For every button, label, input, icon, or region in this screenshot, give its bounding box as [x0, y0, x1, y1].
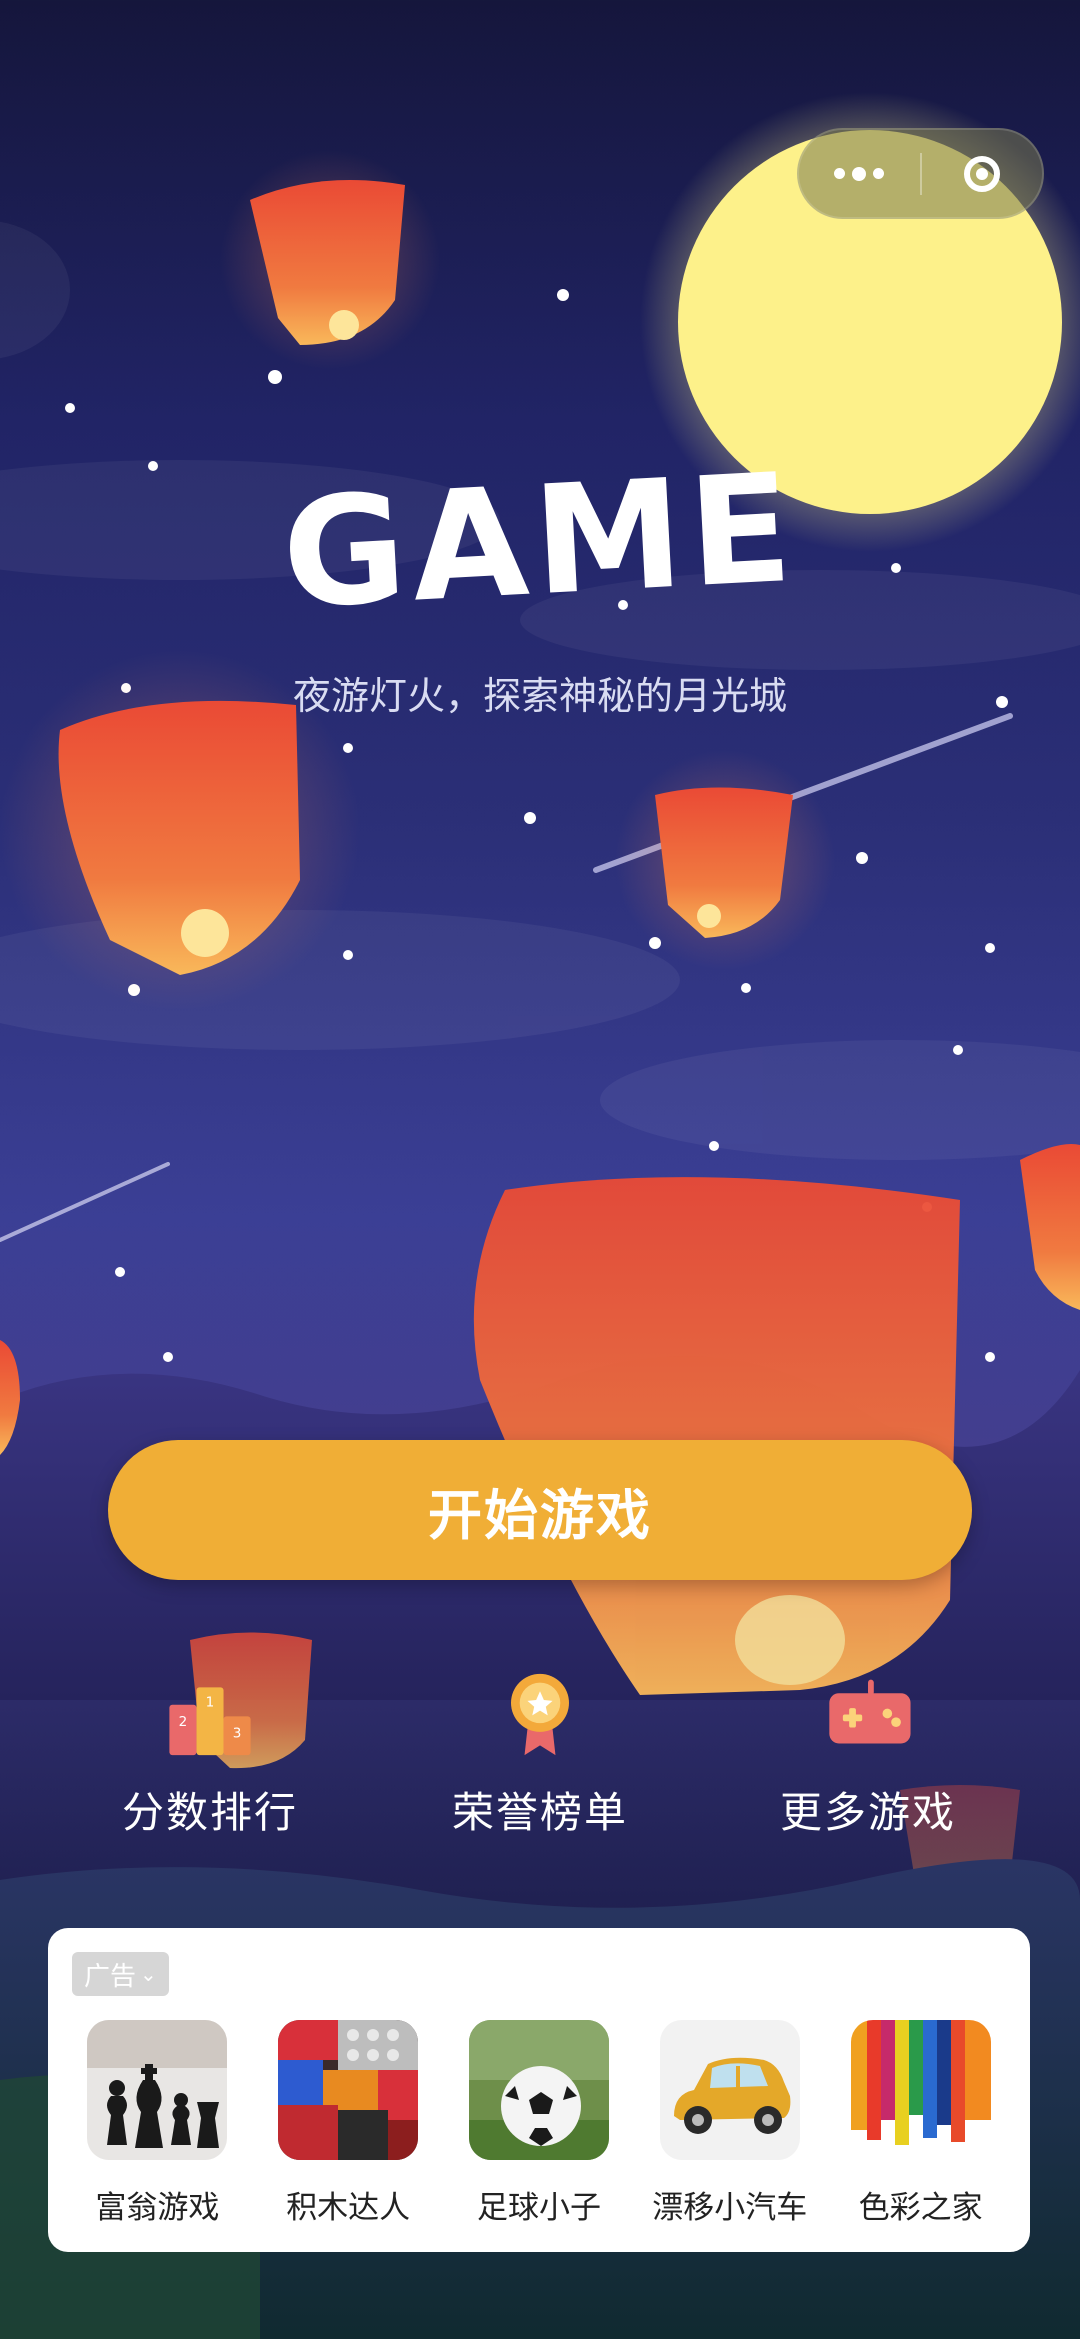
ad-card: 广告 ⌄ 富翁游戏 积木达人 足球小子 漂移小汽车 色彩之家	[48, 1928, 1030, 2252]
close-button[interactable]	[922, 130, 1043, 217]
ad-item-name: 积木达人	[286, 2190, 411, 2226]
ad-badge[interactable]: 广告 ⌄	[72, 1952, 169, 1996]
ad-item-name: 漂移小汽车	[652, 2190, 808, 2226]
podium-icon: 2 1 3	[169, 1687, 251, 1756]
blocks-icon	[278, 2020, 419, 2160]
car-icon	[659, 2020, 800, 2160]
lantern-small-top	[220, 150, 440, 370]
lantern-right-edge	[1020, 1144, 1080, 1310]
paint-icon	[850, 2020, 991, 2160]
ad-item-name: 色彩之家	[858, 2190, 983, 2226]
menu-label: 荣誉榜单	[451, 1788, 628, 1837]
ad-badge-label: 广告	[84, 1961, 137, 1992]
score-ranking-button[interactable]: 2 1 3 分数排行	[80, 1670, 340, 1840]
medal-icon	[511, 1673, 569, 1756]
honor-board-button[interactable]: 荣誉榜单	[410, 1670, 670, 1840]
more-button[interactable]	[799, 130, 920, 217]
gamepad-icon	[829, 1679, 911, 1744]
chess-icon	[87, 2020, 228, 2160]
menu-label: 更多游戏	[779, 1788, 956, 1837]
ad-item-name: 足球小子	[476, 2190, 601, 2226]
more-dots-icon	[834, 166, 885, 181]
more-games-button[interactable]: 更多游戏	[738, 1670, 998, 1840]
svg-text:1: 1	[206, 1695, 215, 1711]
ad-item[interactable]: 色彩之家	[836, 2020, 1006, 2227]
ad-item[interactable]: 积木达人	[263, 2020, 433, 2227]
ad-items: 富翁游戏 积木达人 足球小子 漂移小汽车 色彩之家	[48, 2020, 1030, 2227]
game-subtitle: 夜游灯火，探索神秘的月光城	[292, 674, 787, 718]
ad-item[interactable]: 足球小子	[454, 2020, 624, 2227]
lantern-middle	[615, 750, 835, 970]
ad-item[interactable]: 富翁游戏	[72, 2020, 242, 2227]
menu-label: 分数排行	[121, 1788, 298, 1837]
capsule-menu	[797, 128, 1044, 219]
ad-item-name: 富翁游戏	[95, 2190, 220, 2226]
target-close-icon	[963, 155, 1000, 192]
ad-item[interactable]: 漂移小汽车	[645, 2020, 815, 2227]
chevron-down-icon: ⌄	[140, 1962, 157, 1986]
svg-text:3: 3	[233, 1726, 242, 1742]
soccer-ball-icon	[468, 2020, 609, 2160]
start-game-button[interactable]: 开始游戏	[108, 1440, 972, 1580]
shooting-star	[0, 1162, 170, 1242]
svg-text:2: 2	[179, 1714, 188, 1730]
